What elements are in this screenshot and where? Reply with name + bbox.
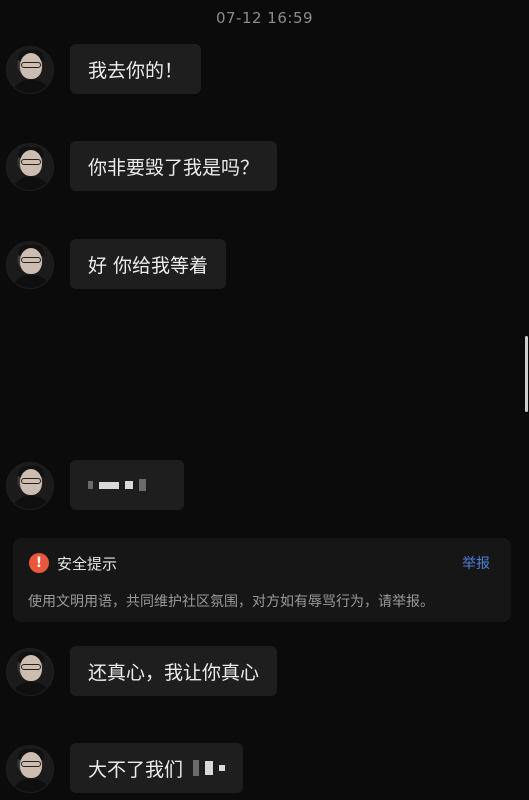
avatar[interactable] [6, 241, 54, 289]
chat-message: 大不了我们 [6, 743, 244, 793]
message-text: 好 你给我等着 [88, 254, 209, 277]
chat-message: 你非要毁了我是吗？ [6, 141, 278, 191]
chat-message: 还真心，我让你真心 [6, 646, 278, 696]
avatar[interactable] [6, 745, 54, 793]
message-text: 我去你的！ [88, 59, 184, 82]
message-timestamp: 07-12 16:59 [215, 9, 314, 27]
message-bubble[interactable]: 我去你的！ [70, 44, 202, 94]
censored-content [193, 760, 226, 776]
chat-message [6, 460, 184, 510]
avatar[interactable] [6, 143, 54, 191]
warning-icon: ! [29, 553, 49, 573]
message-bubble[interactable]: 好 你给我等着 [70, 239, 227, 289]
message-bubble[interactable] [70, 460, 184, 510]
notice-body: 使用文明用语，共同维护社区氛围，对方如有辱骂行为，请举报。 [28, 594, 434, 610]
safety-notice: ! 安全提示 举报 使用文明用语，共同维护社区氛围，对方如有辱骂行为，请举报。 [13, 538, 511, 622]
message-text: 大不了我们 [88, 758, 184, 781]
chat-message: 我去你的！ [6, 44, 202, 94]
censored-content [88, 479, 146, 491]
notice-title: 安全提示 [57, 555, 118, 573]
report-link[interactable]: 举报 [462, 553, 490, 573]
message-bubble[interactable]: 还真心，我让你真心 [70, 646, 278, 696]
message-text: 还真心，我让你真心 [88, 661, 260, 684]
chat-message: 好 你给我等着 [6, 239, 227, 289]
message-bubble[interactable]: 你非要毁了我是吗？ [70, 141, 278, 191]
scrollbar[interactable] [525, 336, 528, 412]
message-text: 你非要毁了我是吗？ [88, 156, 260, 179]
avatar[interactable] [6, 462, 54, 510]
avatar[interactable] [6, 46, 54, 94]
message-bubble[interactable]: 大不了我们 [70, 743, 244, 793]
chat-screen: 07-12 16:59 我去你的！ 你非要毁了我是吗？ 好 你给我等着 ! 安全… [0, 0, 529, 800]
avatar[interactable] [6, 648, 54, 696]
